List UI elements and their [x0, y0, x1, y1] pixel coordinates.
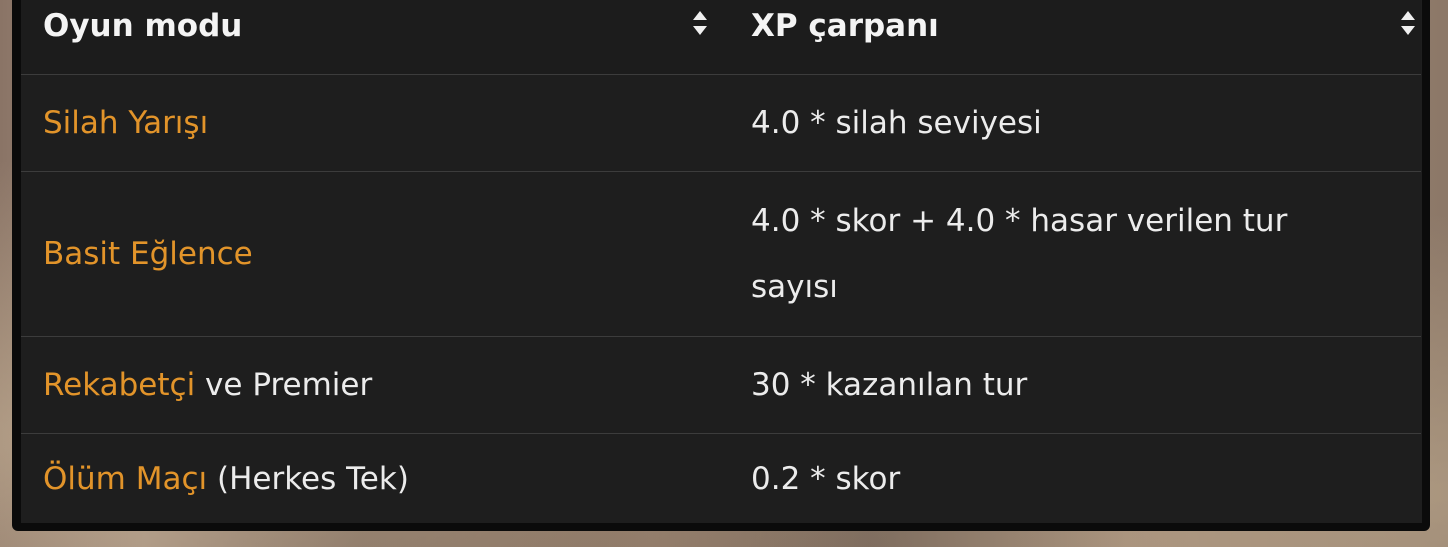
game-mode-cell: Ölüm Maçı (Herkes Tek): [43, 434, 723, 523]
table-header-row: Oyun modu XP çarpanı: [21, 0, 1421, 75]
xp-multiplier-value: 0.2 * skor: [751, 460, 901, 497]
xp-table-frame: Oyun modu XP çarpanı Silah Yarışı 4.0 * …: [12, 0, 1430, 531]
xp-multiplier-cell: 4.0 * skor + 4.0 * hasar verilen tur say…: [751, 172, 1421, 336]
xp-multiplier-cell: 0.2 * skor: [751, 434, 1421, 523]
game-mode-link[interactable]: Silah Yarışı: [43, 105, 208, 141]
column-header-label: XP çarpanı: [751, 8, 939, 44]
table-row: Basit Eğlence 4.0 * skor + 4.0 * hasar v…: [21, 172, 1421, 337]
game-mode-cell: Basit Eğlence: [43, 172, 723, 336]
sort-arrows-icon[interactable]: [1399, 9, 1417, 37]
xp-multiplier-cell: 30 * kazanılan tur: [751, 337, 1421, 433]
table-row: Ölüm Maçı (Herkes Tek) 0.2 * skor: [21, 434, 1421, 523]
column-header-game-mode[interactable]: Oyun modu: [43, 0, 723, 74]
xp-multiplier-value: 30 * kazanılan tur: [751, 367, 1028, 403]
game-mode-link[interactable]: Rekabetçi: [43, 367, 195, 403]
sort-arrows-icon[interactable]: [691, 9, 709, 37]
game-mode-cell: Silah Yarışı: [43, 75, 723, 171]
xp-multiplier-cell: 4.0 * silah seviyesi: [751, 75, 1421, 171]
game-mode-suffix: ve Premier: [195, 367, 373, 403]
table-row: Silah Yarışı 4.0 * silah seviyesi: [21, 75, 1421, 172]
game-mode-cell: Rekabetçi ve Premier: [43, 337, 723, 433]
game-mode-suffix: (Herkes Tek): [207, 460, 409, 497]
table-row: Rekabetçi ve Premier 30 * kazanılan tur: [21, 337, 1421, 434]
xp-multiplier-value-line2: sayısı: [751, 269, 838, 305]
game-mode-link[interactable]: Basit Eğlence: [43, 236, 253, 272]
xp-multiplier-value: 4.0 * silah seviyesi: [751, 105, 1042, 141]
column-header-label: Oyun modu: [43, 8, 243, 44]
xp-multiplier-value-line1: 4.0 * skor + 4.0 * hasar verilen tur: [751, 203, 1288, 239]
xp-multiplier-table: Oyun modu XP çarpanı Silah Yarışı 4.0 * …: [21, 0, 1422, 523]
column-header-xp-multiplier[interactable]: XP çarpanı: [751, 0, 1421, 74]
game-mode-link[interactable]: Ölüm Maçı: [43, 461, 207, 497]
